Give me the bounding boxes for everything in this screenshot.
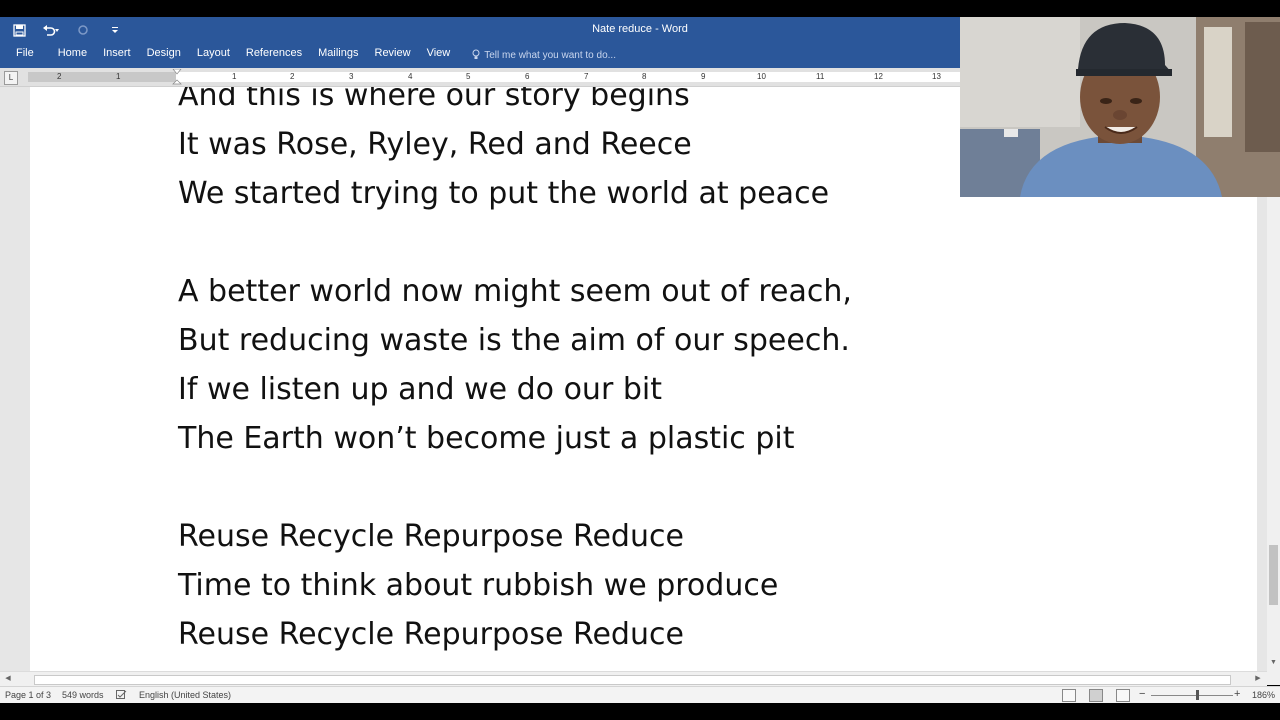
scroll-down-icon[interactable]: ▼ bbox=[1267, 657, 1280, 669]
tell-me-box[interactable]: Tell me what you want to do... bbox=[472, 49, 616, 63]
zoom-level[interactable]: 186% bbox=[1252, 690, 1275, 700]
scroll-right-icon[interactable]: ▶ bbox=[1252, 672, 1264, 686]
top-black-bar bbox=[0, 0, 1280, 17]
document-line[interactable]: If we listen up and we do our bit bbox=[178, 365, 1078, 414]
scroll-left-icon[interactable]: ◀ bbox=[2, 672, 14, 686]
tab-home[interactable]: Home bbox=[50, 43, 95, 68]
language-indicator[interactable]: English (United States) bbox=[139, 690, 231, 700]
document-line[interactable]: But reducing waste is the aim of our spe… bbox=[178, 316, 1078, 365]
tab-review[interactable]: Review bbox=[367, 43, 419, 68]
tab-view[interactable]: View bbox=[419, 43, 459, 68]
ruler-number: 6 bbox=[525, 72, 530, 81]
read-mode-icon[interactable] bbox=[1062, 689, 1076, 702]
document-line[interactable] bbox=[178, 463, 1078, 512]
document-line[interactable]: Time to think about rubbish we produce bbox=[178, 561, 1078, 610]
ruler-number: 12 bbox=[874, 72, 883, 81]
ruler-number: 13 bbox=[932, 72, 941, 81]
ruler-number: 2 bbox=[290, 72, 295, 81]
ribbon-tabs: File Home Insert Design Layout Reference… bbox=[0, 43, 616, 68]
tab-selector-icon[interactable]: L bbox=[4, 71, 18, 85]
document-line[interactable]: And this is where our story begins bbox=[178, 87, 1078, 120]
zoom-slider[interactable] bbox=[1151, 695, 1233, 696]
ruler-number: 3 bbox=[349, 72, 354, 81]
ruler-left-margin bbox=[28, 72, 176, 82]
web-layout-icon[interactable] bbox=[1116, 689, 1130, 702]
document-body[interactable]: And this is where our story begins It wa… bbox=[178, 87, 1078, 659]
print-layout-icon[interactable] bbox=[1089, 689, 1103, 702]
proofing-icon[interactable] bbox=[116, 690, 127, 702]
ruler-number: 2 bbox=[57, 72, 62, 81]
tab-layout[interactable]: Layout bbox=[189, 43, 238, 68]
zoom-in-icon[interactable]: + bbox=[1234, 688, 1240, 700]
word-count[interactable]: 549 words bbox=[62, 690, 104, 700]
ruler-number: 4 bbox=[408, 72, 413, 81]
zoom-out-icon[interactable]: − bbox=[1139, 688, 1145, 700]
tell-me-placeholder: Tell me what you want to do... bbox=[484, 50, 616, 61]
zoom-slider-thumb[interactable] bbox=[1196, 690, 1199, 700]
document-line[interactable]: Reuse Recycle Repurpose Reduce bbox=[178, 610, 1078, 659]
tab-references[interactable]: References bbox=[238, 43, 310, 68]
horizontal-scroll-thumb[interactable] bbox=[34, 675, 1231, 685]
ruler-number: 8 bbox=[642, 72, 647, 81]
webcam-overlay bbox=[960, 17, 1280, 197]
ruler-number: 1 bbox=[116, 72, 121, 81]
document-line[interactable] bbox=[178, 218, 1078, 267]
document-line[interactable]: A better world now might seem out of rea… bbox=[178, 267, 1078, 316]
document-line[interactable]: It was Rose, Ryley, Red and Reece bbox=[178, 120, 1078, 169]
ruler-number: 1 bbox=[232, 72, 237, 81]
ruler-number: 11 bbox=[816, 72, 825, 81]
lightbulb-icon bbox=[472, 49, 480, 63]
page-count[interactable]: Page 1 of 3 bbox=[5, 690, 51, 700]
scrollbar-corner bbox=[1267, 671, 1280, 685]
webcam-person-image bbox=[960, 17, 1280, 197]
ruler-number: 10 bbox=[757, 72, 766, 81]
bottom-black-bar bbox=[0, 703, 1280, 720]
document-line[interactable]: The Earth won’t become just a plastic pi… bbox=[178, 414, 1078, 463]
indent-marker-icon[interactable] bbox=[172, 69, 182, 86]
document-line[interactable]: Reuse Recycle Repurpose Reduce bbox=[178, 512, 1078, 561]
status-bar: Page 1 of 3 549 words English (United St… bbox=[0, 686, 1280, 703]
tab-design[interactable]: Design bbox=[139, 43, 189, 68]
document-line[interactable]: We started trying to put the world at pe… bbox=[178, 169, 1078, 218]
ruler-number: 7 bbox=[584, 72, 589, 81]
ruler-number: 9 bbox=[701, 72, 706, 81]
tab-insert[interactable]: Insert bbox=[95, 43, 139, 68]
tab-mailings[interactable]: Mailings bbox=[310, 43, 366, 68]
tab-file[interactable]: File bbox=[0, 43, 50, 68]
vertical-scroll-thumb[interactable] bbox=[1269, 545, 1278, 605]
ruler-number: 5 bbox=[466, 72, 471, 81]
horizontal-scrollbar[interactable]: ◀ ▶ bbox=[0, 671, 1267, 686]
